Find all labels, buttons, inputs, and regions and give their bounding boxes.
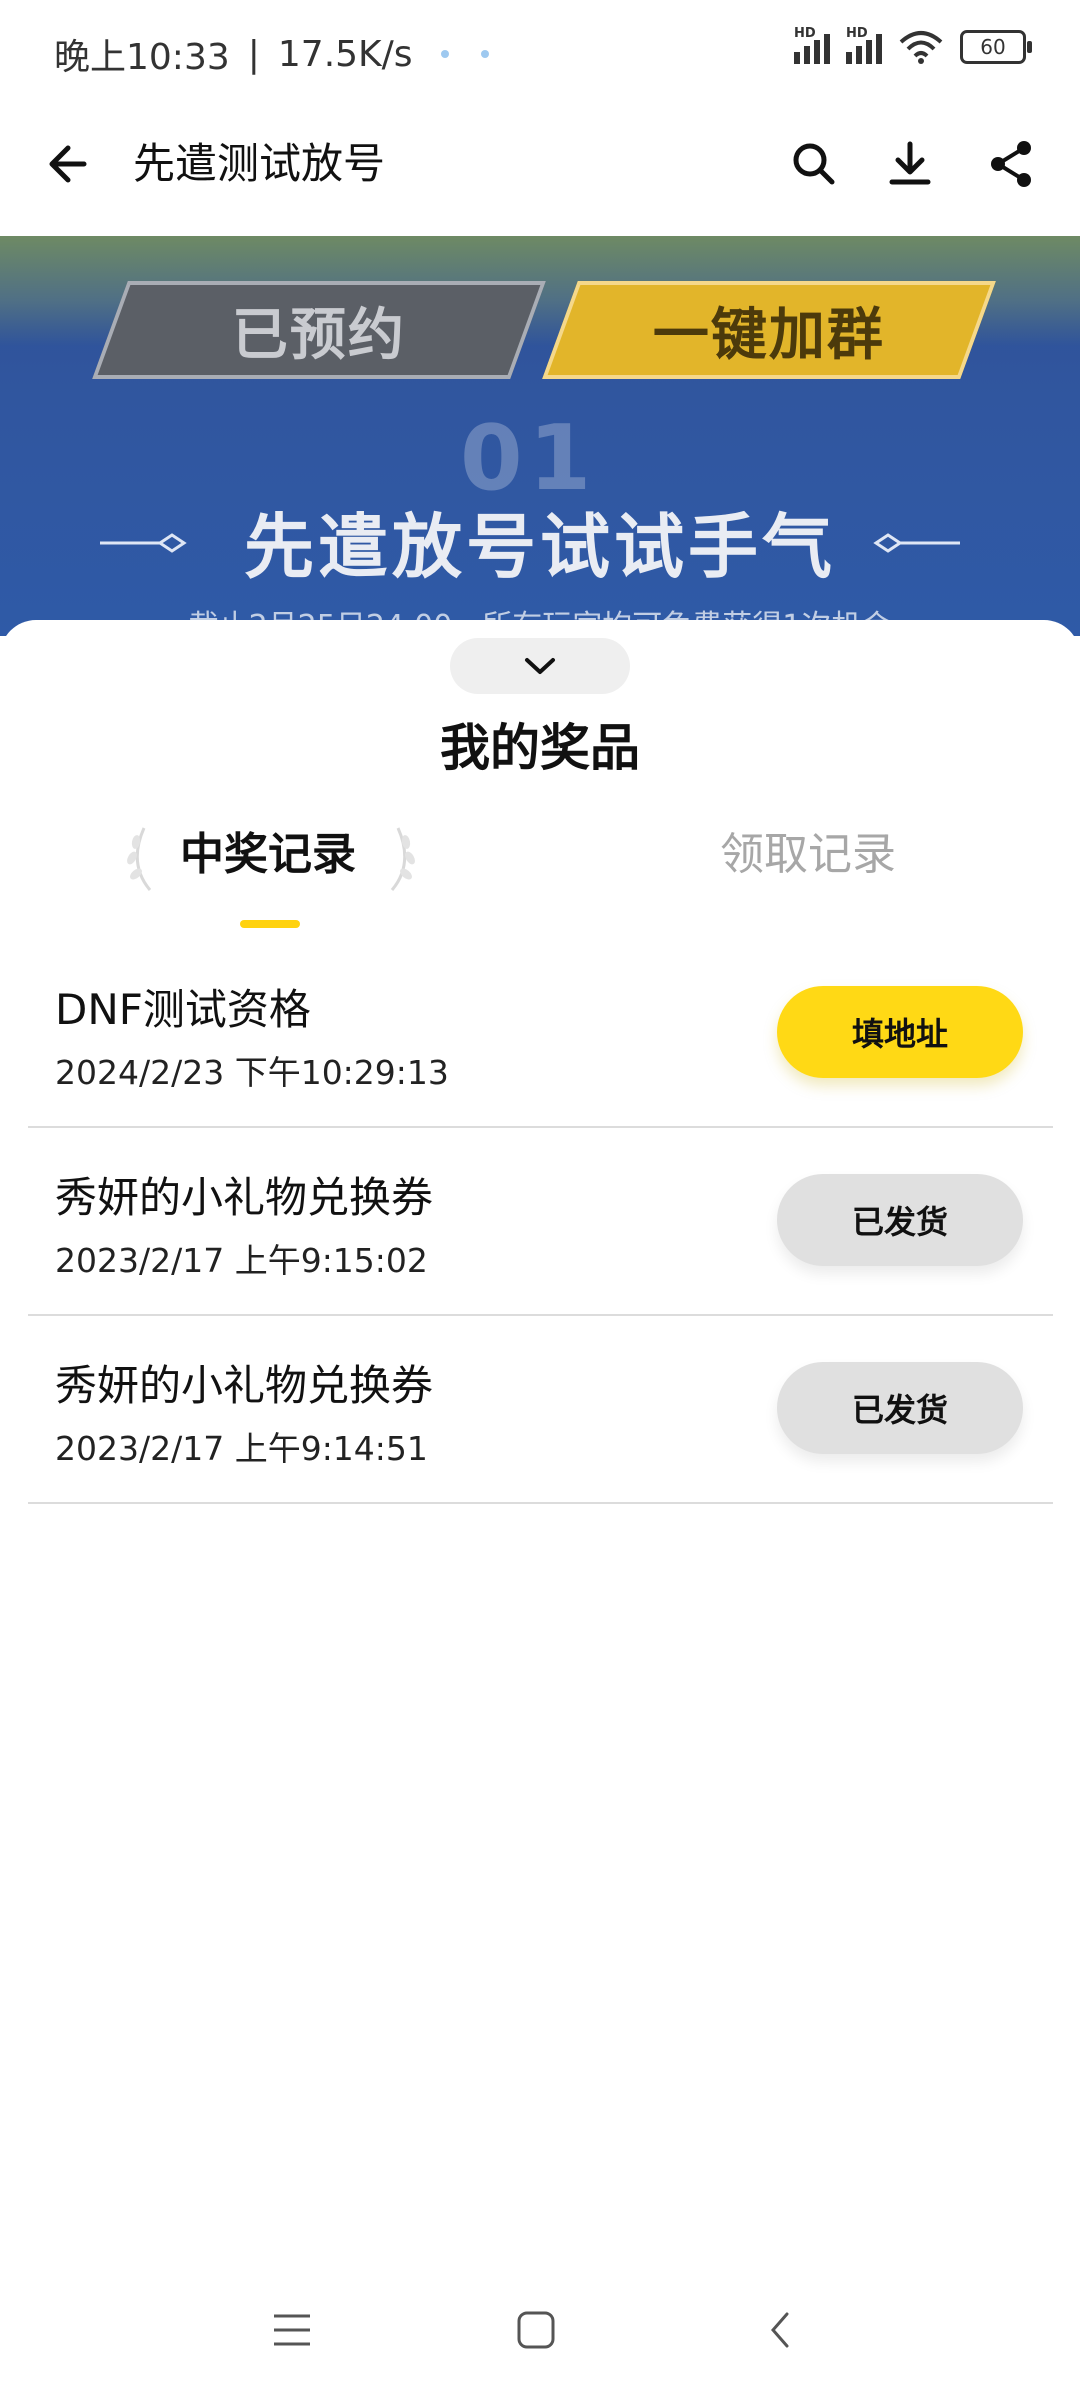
signal-icon: HD xyxy=(846,26,882,64)
search-icon[interactable] xyxy=(784,134,844,194)
signal-icon: HD xyxy=(794,26,830,64)
list-item: 秀妍的小礼物兑换券 2023/2/17 上午9:14:51 已发货 xyxy=(28,1316,1053,1504)
prize-list: DNF测试资格 2024/2/23 下午10:29:13 填地址 秀妍的小礼物兑… xyxy=(28,940,1053,1504)
home-icon xyxy=(517,2311,555,2349)
prize-time: 2024/2/23 下午10:29:13 xyxy=(55,1053,449,1092)
page-title: 先遣测试放号 xyxy=(133,139,386,188)
back-button[interactable] xyxy=(750,2290,810,2370)
menu-button[interactable] xyxy=(262,2290,322,2370)
prize-name: 秀妍的小礼物兑换券 xyxy=(55,1361,434,1410)
status-right: HD HD 60 xyxy=(794,26,1032,64)
laurel-right-icon xyxy=(390,827,415,891)
wifi-icon xyxy=(899,31,943,64)
prize-name: 秀妍的小礼物兑换券 xyxy=(55,1173,434,1222)
home-button[interactable] xyxy=(506,2290,566,2370)
download-icon[interactable] xyxy=(880,134,940,194)
record-tabs: 中奖记录 领取记录 xyxy=(0,810,1080,900)
tab-win-records[interactable]: 中奖记录 xyxy=(180,810,356,900)
status-time: 晚上10:33 xyxy=(54,37,230,78)
prize-time: 2023/2/17 上午9:15:02 xyxy=(55,1241,428,1280)
app-bar: 先遣测试放号 xyxy=(0,104,1080,236)
menu-icon xyxy=(274,2314,310,2346)
chevron-down-icon xyxy=(525,658,555,674)
network-speed: 17.5K/s xyxy=(277,33,413,75)
battery-icon: 60 xyxy=(960,30,1032,64)
notification-icon xyxy=(440,50,449,58)
collapse-button[interactable] xyxy=(450,638,630,694)
tab-claim-records[interactable]: 领取记录 xyxy=(720,810,896,900)
back-chevron-icon xyxy=(771,2312,789,2348)
status-bar: 晚上10:33 | 17.5K/s HD HD 60 xyxy=(0,0,1080,104)
shipped-button[interactable]: 已发货 xyxy=(777,1362,1023,1454)
event-banner: 已预约 一键加群 01 先遣放号试试手气 截止2月25日24:00，所有玩家均可… xyxy=(0,236,1080,636)
ornament-right-icon xyxy=(873,533,960,553)
prize-time: 2023/2/17 上午9:14:51 xyxy=(55,1429,428,1468)
system-nav-bar xyxy=(0,2290,1080,2370)
reserved-button[interactable]: 已预约 xyxy=(92,281,546,379)
join-group-button[interactable]: 一键加群 xyxy=(542,281,996,379)
notification-dots xyxy=(440,50,489,58)
list-item: 秀妍的小礼物兑换券 2023/2/17 上午9:15:02 已发货 xyxy=(28,1128,1053,1316)
prize-name: DNF测试资格 xyxy=(55,985,311,1034)
notification-icon xyxy=(480,50,489,58)
share-icon[interactable] xyxy=(982,134,1042,194)
laurel-left-icon xyxy=(127,827,152,891)
active-tab-indicator xyxy=(240,920,300,928)
list-item: DNF测试资格 2024/2/23 下午10:29:13 填地址 xyxy=(28,940,1053,1128)
back-arrow-icon[interactable] xyxy=(40,134,100,194)
status-left: 晚上10:33 | 17.5K/s xyxy=(54,28,489,80)
shipped-button[interactable]: 已发货 xyxy=(777,1174,1023,1266)
sheet-title: 我的奖品 xyxy=(440,719,640,777)
prize-sheet: 我的奖品 中奖记录 领取记录 DNF测试资格 2024/2/23 下午10:29… xyxy=(0,620,1080,2400)
fill-address-button[interactable]: 填地址 xyxy=(777,986,1023,1078)
